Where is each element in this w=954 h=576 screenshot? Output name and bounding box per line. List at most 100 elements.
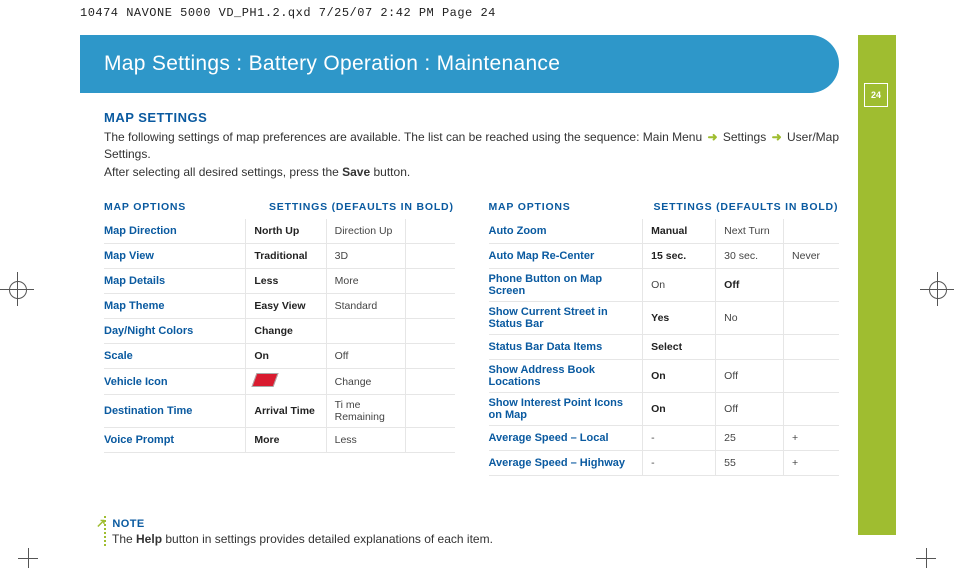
option-name: Show Interest Point Icons on Map <box>489 393 643 426</box>
table-row: Map ThemeEasy ViewStandard <box>104 294 455 319</box>
crop-mark-icon <box>916 548 936 568</box>
setting-value: No <box>716 302 784 335</box>
option-name: Status Bar Data Items <box>489 335 643 360</box>
option-name: Show Current Street in Status Bar <box>489 302 643 335</box>
table-row: Status Bar Data ItemsSelect <box>489 335 840 360</box>
option-name: Vehicle Icon <box>104 369 246 395</box>
setting-value <box>406 244 455 269</box>
option-name: Auto Map Re-Center <box>489 244 643 269</box>
intro-paragraph: The following settings of map preference… <box>104 129 839 181</box>
setting-value: Manual <box>643 219 716 244</box>
setting-value: Arrival Time <box>246 395 326 428</box>
setting-value: 25 <box>716 426 784 451</box>
section-heading: MAP SETTINGS <box>104 110 839 125</box>
table-row: Voice PromptMoreLess <box>104 428 455 453</box>
setting-value <box>326 319 405 344</box>
setting-value: + <box>784 451 839 476</box>
note-text-b: button in settings provides detailed exp… <box>165 532 493 546</box>
setting-value: More <box>246 428 326 453</box>
table-row: Day/Night ColorsChange <box>104 319 455 344</box>
right-table-wrap: MAP OPTIONS SETTINGS (DEFAULTS IN BOLD) … <box>489 201 840 476</box>
setting-value <box>784 360 839 393</box>
note-text-a: The <box>112 532 136 546</box>
table-row: Show Address Book LocationsOnOff <box>489 360 840 393</box>
setting-value <box>406 319 455 344</box>
vehicle-icon <box>252 373 279 387</box>
content-area: MAP SETTINGS The following settings of m… <box>104 110 839 546</box>
setting-value: 3D <box>326 244 405 269</box>
option-name: Map Theme <box>104 294 246 319</box>
registration-mark-icon <box>6 278 28 300</box>
setting-value: 15 sec. <box>643 244 716 269</box>
setting-value: + <box>784 426 839 451</box>
setting-value: Traditional <box>246 244 326 269</box>
intro-save-word: Save <box>342 165 370 179</box>
setting-value: 30 sec. <box>716 244 784 269</box>
side-accent-bar: 24 <box>858 35 896 535</box>
table-row: Phone Button on Map ScreenOnOff <box>489 269 840 302</box>
page-title: Map Settings : Battery Operation : Maint… <box>104 52 560 76</box>
setting-value <box>784 302 839 335</box>
intro-text: The following settings of map preference… <box>104 130 705 144</box>
arrow-icon: ➜ <box>705 130 719 144</box>
setting-value: On <box>643 269 716 302</box>
option-name: Destination Time <box>104 395 246 428</box>
option-name: Auto Zoom <box>489 219 643 244</box>
setting-value: Ti me Remaining <box>326 395 405 428</box>
setting-value: Direction Up <box>326 219 405 244</box>
col-options: MAP OPTIONS <box>489 201 654 213</box>
left-table: Map DirectionNorth UpDirection UpMap Vie… <box>104 219 455 453</box>
setting-value <box>406 395 455 428</box>
setting-value <box>784 269 839 302</box>
setting-value: More <box>326 269 405 294</box>
setting-value <box>784 393 839 426</box>
note-text: The Help button in settings provides det… <box>112 532 839 546</box>
table-row: Auto ZoomManualNext Turn <box>489 219 840 244</box>
setting-value: Off <box>716 269 784 302</box>
table-row: Auto Map Re-Center15 sec.30 sec.Never <box>489 244 840 269</box>
table-row: Vehicle Icon Change <box>104 369 455 395</box>
setting-value <box>406 344 455 369</box>
setting-value: Off <box>716 393 784 426</box>
setting-value: - <box>643 426 716 451</box>
option-name: Map View <box>104 244 246 269</box>
arrow-icon: ➜ <box>770 130 784 144</box>
setting-value: Off <box>326 344 405 369</box>
col-settings: SETTINGS (DEFAULTS IN BOLD) <box>654 201 840 213</box>
setting-value: 55 <box>716 451 784 476</box>
option-name: Phone Button on Map Screen <box>489 269 643 302</box>
setting-value: Change <box>326 369 405 395</box>
setting-value: On <box>643 360 716 393</box>
note-help-word: Help <box>136 532 162 546</box>
table-row: Show Current Street in Status BarYesNo <box>489 302 840 335</box>
setting-value: - <box>643 451 716 476</box>
setting-value: Next Turn <box>716 219 784 244</box>
option-name: Show Address Book Locations <box>489 360 643 393</box>
col-options: MAP OPTIONS <box>104 201 269 213</box>
setting-value: Change <box>246 319 326 344</box>
right-table: Auto ZoomManualNext TurnAuto Map Re-Cent… <box>489 219 840 476</box>
setting-value: Never <box>784 244 839 269</box>
option-name: Scale <box>104 344 246 369</box>
setting-value: Yes <box>643 302 716 335</box>
table-header: MAP OPTIONS SETTINGS (DEFAULTS IN BOLD) <box>489 201 840 213</box>
settings-tables: MAP OPTIONS SETTINGS (DEFAULTS IN BOLD) … <box>104 201 839 476</box>
setting-value: Select <box>643 335 716 360</box>
table-row: Map DirectionNorth UpDirection Up <box>104 219 455 244</box>
setting-value: Less <box>326 428 405 453</box>
intro-line2a: After selecting all desired settings, pr… <box>104 165 342 179</box>
setting-value <box>406 269 455 294</box>
setting-value <box>246 369 326 395</box>
setting-value: Easy View <box>246 294 326 319</box>
intro-seq-settings: Settings <box>723 130 766 144</box>
left-table-wrap: MAP OPTIONS SETTINGS (DEFAULTS IN BOLD) … <box>104 201 455 476</box>
note-label: NOTE <box>112 518 144 530</box>
table-row: Average Speed – Local-25+ <box>489 426 840 451</box>
option-name: Map Details <box>104 269 246 294</box>
setting-value <box>784 219 839 244</box>
setting-value: Off <box>716 360 784 393</box>
table-row: Map DetailsLessMore <box>104 269 455 294</box>
note-arrow-icon: ↗ <box>96 516 109 530</box>
page-number-badge: 24 <box>864 83 888 107</box>
table-row: Destination TimeArrival TimeTi me Remain… <box>104 395 455 428</box>
